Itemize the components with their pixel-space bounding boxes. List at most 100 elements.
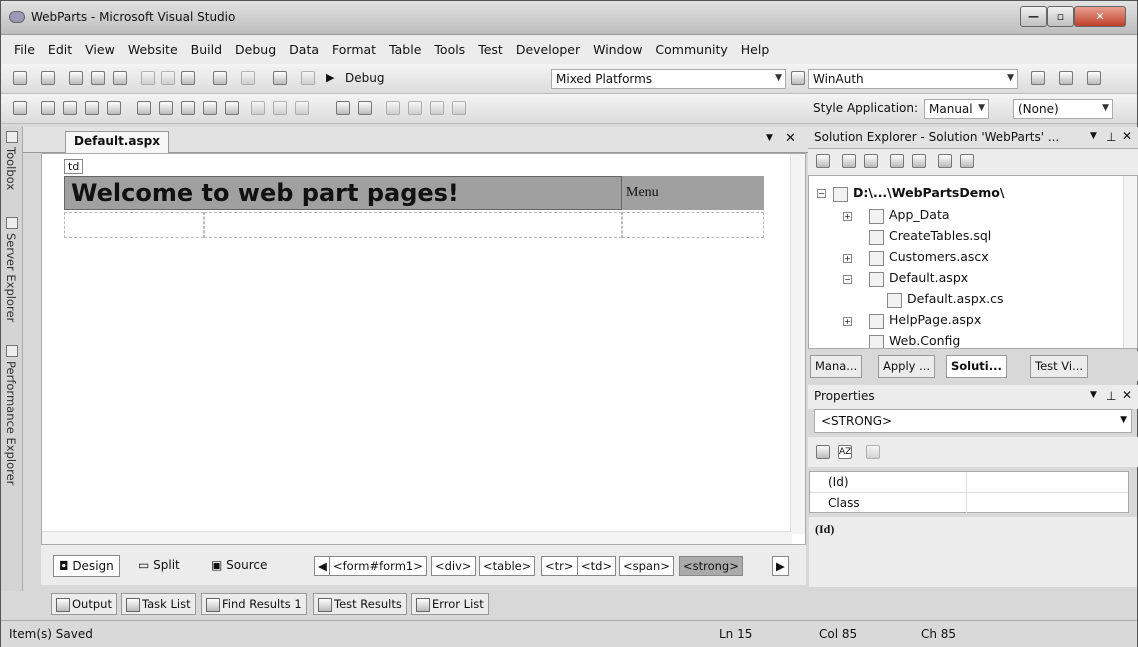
- toolbox-tab[interactable]: Toolbox: [4, 147, 18, 190]
- tab-task-list[interactable]: Task List: [121, 593, 196, 615]
- menu-format[interactable]: Format: [332, 42, 376, 57]
- menu-build[interactable]: Build: [191, 42, 222, 57]
- tab-error-list[interactable]: Error List: [411, 593, 489, 615]
- close-icon[interactable]: ✕: [1122, 129, 1132, 143]
- start-debugging-icon[interactable]: ▶: [326, 71, 334, 84]
- tag-span[interactable]: <span>: [619, 556, 674, 576]
- uncomment-icon[interactable]: [358, 101, 372, 115]
- chevron-down-icon[interactable]: ▼: [766, 133, 773, 143]
- chevron-down-icon[interactable]: ▼: [1090, 131, 1097, 141]
- indent-icon[interactable]: [63, 101, 77, 115]
- collapse-icon[interactable]: −: [817, 189, 826, 198]
- save-icon[interactable]: [91, 71, 105, 85]
- copy-website-icon[interactable]: [938, 154, 952, 168]
- source-view-button[interactable]: ▣ Source: [206, 555, 272, 577]
- minimize-button[interactable]: —: [1020, 6, 1047, 27]
- target-rule-select[interactable]: (None) ▼: [1013, 99, 1113, 119]
- menu-community[interactable]: Community: [655, 42, 727, 57]
- tab-output[interactable]: Output: [51, 593, 117, 615]
- tree-item-default-aspx[interactable]: Default.aspx: [869, 270, 968, 287]
- numbering-icon[interactable]: [452, 101, 466, 115]
- grid-icon[interactable]: [159, 101, 173, 115]
- pin-icon[interactable]: ⊥: [1106, 130, 1116, 144]
- show-all-files-icon[interactable]: [864, 154, 878, 168]
- decrease-indent-icon[interactable]: [386, 101, 400, 115]
- paste-icon[interactable]: [181, 71, 195, 85]
- property-row-id[interactable]: (Id): [810, 472, 1128, 493]
- save-all-icon[interactable]: [113, 71, 127, 85]
- next-tag-button[interactable]: ▶: [772, 556, 789, 576]
- new-project-icon[interactable]: [13, 71, 27, 85]
- tag-div[interactable]: <div>: [431, 556, 476, 576]
- property-row-class[interactable]: Class: [810, 493, 1128, 514]
- menu-website[interactable]: Website: [128, 42, 178, 57]
- close-document-icon[interactable]: ✕: [785, 131, 796, 146]
- server-explorer-tab[interactable]: Server Explorer: [4, 233, 18, 322]
- tab-find-results[interactable]: Find Results 1: [201, 593, 307, 615]
- collapse-icon[interactable]: −: [843, 275, 852, 284]
- tree-item-helppage-aspx[interactable]: HelpPage.aspx: [869, 312, 981, 329]
- tag-tr[interactable]: <tr>: [541, 556, 578, 576]
- expand-icon[interactable]: +: [843, 317, 852, 326]
- tree-item-customers-ascx[interactable]: Customers.ascx: [869, 249, 989, 266]
- menu-cell[interactable]: Menu: [622, 176, 764, 210]
- tree-item-web-config[interactable]: Web.Config: [869, 333, 960, 348]
- empty-table-cell[interactable]: [204, 212, 622, 238]
- pin-icon[interactable]: ⊥: [1106, 389, 1116, 403]
- object-select[interactable]: <STRONG> ▼: [814, 409, 1132, 433]
- refresh-icon[interactable]: [842, 154, 856, 168]
- tree-item-default-aspx-cs[interactable]: Default.aspx.cs: [887, 291, 1004, 308]
- tab-manage-styles[interactable]: Mana...: [810, 355, 863, 378]
- tab-test-view[interactable]: Test Vi...: [1030, 355, 1089, 378]
- solution-explorer-icon[interactable]: [1031, 71, 1045, 85]
- menu-developer[interactable]: Developer: [516, 42, 580, 57]
- align-right-icon[interactable]: [295, 101, 309, 115]
- view-designer-icon[interactable]: [912, 154, 926, 168]
- tag-td[interactable]: <td>: [577, 556, 617, 576]
- welcome-heading[interactable]: Welcome to web part pages!: [64, 176, 622, 210]
- menu-test[interactable]: Test: [478, 42, 503, 57]
- tree-scrollbar[interactable]: [1123, 176, 1137, 348]
- maximize-button[interactable]: ▫: [1047, 6, 1074, 27]
- rows-icon[interactable]: [225, 101, 239, 115]
- menu-edit[interactable]: Edit: [48, 42, 72, 57]
- copy-icon[interactable]: [161, 71, 175, 85]
- navigate-forward-icon[interactable]: [301, 71, 315, 85]
- tab-solution-explorer[interactable]: Soluti...: [946, 355, 1007, 378]
- add-item-icon[interactable]: [41, 71, 55, 85]
- property-pages-icon[interactable]: [866, 445, 880, 459]
- alphabetical-icon[interactable]: AZ: [838, 445, 852, 459]
- expand-icon[interactable]: +: [843, 254, 852, 263]
- categorized-icon[interactable]: [816, 445, 830, 459]
- tab-default-aspx[interactable]: Default.aspx: [65, 131, 169, 153]
- tree-item-create-tables-sql[interactable]: CreateTables.sql: [869, 228, 991, 245]
- tag-table[interactable]: <table>: [479, 556, 536, 576]
- redo-icon[interactable]: [241, 71, 255, 85]
- tree-item-app-data[interactable]: App_Data: [869, 207, 950, 224]
- outdent-icon[interactable]: [41, 101, 55, 115]
- configuration-select[interactable]: Debug: [341, 69, 433, 89]
- menu-debug[interactable]: Debug: [235, 42, 276, 57]
- performance-explorer-tab[interactable]: Performance Explorer: [4, 361, 18, 485]
- tab-apply-styles[interactable]: Apply ...: [878, 355, 936, 378]
- columns-icon[interactable]: [203, 101, 217, 115]
- design-surface[interactable]: td Welcome to web part pages! Menu: [41, 153, 806, 545]
- navigate-backward-icon[interactable]: [273, 71, 287, 85]
- close-icon[interactable]: ✕: [1122, 388, 1132, 402]
- tag-form[interactable]: <form#form1>: [329, 556, 427, 576]
- toolbar-icon[interactable]: [13, 101, 27, 115]
- style-application-select[interactable]: Manual ▼: [924, 99, 989, 119]
- menu-file[interactable]: File: [14, 42, 35, 57]
- undo-icon[interactable]: [213, 71, 227, 85]
- menu-data[interactable]: Data: [289, 42, 319, 57]
- block-icon[interactable]: [85, 101, 99, 115]
- project-root[interactable]: D:\...\WebPartsDemo\: [833, 185, 1004, 202]
- horizontal-scrollbar[interactable]: [42, 531, 792, 544]
- design-view-button[interactable]: ◘ Design: [53, 555, 120, 577]
- cut-icon[interactable]: [141, 71, 155, 85]
- bullets-icon[interactable]: [430, 101, 444, 115]
- configuration-icon[interactable]: [960, 154, 974, 168]
- find-combo[interactable]: WinAuth ▼: [808, 69, 1018, 89]
- align-center-icon[interactable]: [273, 101, 287, 115]
- menu-window[interactable]: Window: [593, 42, 642, 57]
